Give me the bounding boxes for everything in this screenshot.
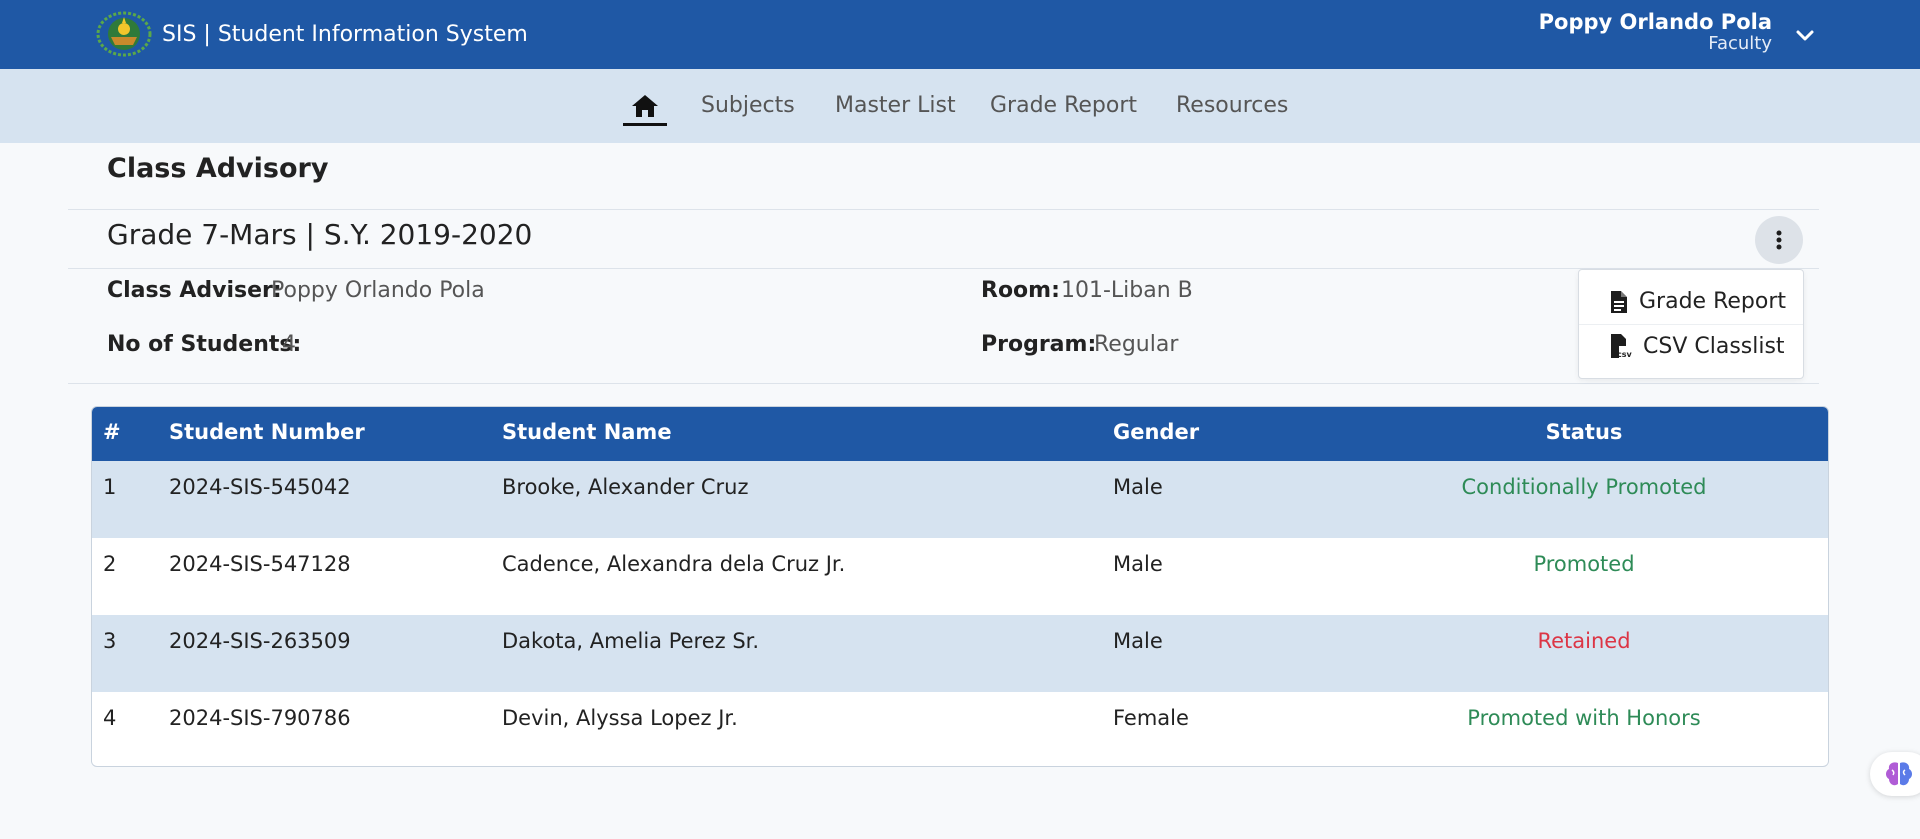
user-name: Poppy Orlando Pola bbox=[1538, 10, 1772, 34]
class-title: Grade 7-Mars | S.Y. 2019-2020 bbox=[107, 218, 533, 251]
assistant-button[interactable] bbox=[1870, 752, 1920, 796]
cell-student-name: Brooke, Alexander Cruz bbox=[502, 475, 749, 499]
row-options-button[interactable] bbox=[1825, 635, 1828, 665]
table-row: 3 2024-SIS-263509 Dakota, Amelia Perez S… bbox=[92, 615, 1828, 692]
cell-gender: Male bbox=[1113, 552, 1163, 576]
menu-item-label: CSV Classlist bbox=[1643, 333, 1785, 359]
row-options-button[interactable] bbox=[1825, 558, 1828, 588]
cell-number: 4 bbox=[103, 706, 117, 730]
cell-status: Retained bbox=[1537, 629, 1631, 653]
chevron-down-icon[interactable] bbox=[1794, 24, 1816, 46]
cell-number: 1 bbox=[103, 475, 117, 499]
cell-number: 3 bbox=[103, 629, 117, 653]
cell-gender: Male bbox=[1113, 475, 1163, 499]
adviser-value: Poppy Orlando Pola bbox=[271, 278, 485, 303]
divider bbox=[68, 383, 1819, 384]
nav-item-grade-report[interactable]: Grade Report bbox=[990, 93, 1137, 118]
room-value: 101-Liban B bbox=[1061, 278, 1193, 303]
brand[interactable]: SIS | Student Information System bbox=[96, 11, 528, 57]
students-count-value: 4 bbox=[282, 332, 296, 357]
cell-status: Promoted bbox=[1533, 552, 1635, 576]
table-row: 2 2024-SIS-547128 Cadence, Alexandra del… bbox=[92, 538, 1828, 615]
table-row: 4 2024-SIS-790786 Devin, Alyssa Lopez Jr… bbox=[92, 692, 1828, 766]
table-row: 1 2024-SIS-545042 Brooke, Alexander Cruz… bbox=[92, 461, 1828, 538]
program-value: Regular bbox=[1094, 332, 1179, 357]
cell-student-name: Dakota, Amelia Perez Sr. bbox=[502, 629, 760, 653]
students-count-label: No of Students: bbox=[107, 332, 302, 357]
menu-item-csv-classlist[interactable]: csv CSV Classlist bbox=[1609, 333, 1785, 359]
class-options-menu: Grade Report csv CSV Classlist bbox=[1578, 269, 1804, 379]
nav-home[interactable] bbox=[623, 93, 667, 126]
school-seal-logo bbox=[96, 11, 152, 57]
column-header-status[interactable]: Status bbox=[1414, 420, 1754, 444]
cell-student-number: 2024-SIS-547128 bbox=[169, 552, 351, 576]
file-csv-icon: csv bbox=[1611, 334, 1633, 359]
home-icon bbox=[632, 95, 658, 117]
column-header-number[interactable]: # bbox=[103, 420, 121, 444]
students-table: # Student Number Student Name Gender Sta… bbox=[91, 406, 1829, 767]
table-header: # Student Number Student Name Gender Sta… bbox=[92, 407, 1828, 461]
nav-item-resources[interactable]: Resources bbox=[1176, 93, 1288, 118]
cell-gender: Male bbox=[1113, 629, 1163, 653]
cell-student-number: 2024-SIS-263509 bbox=[169, 629, 351, 653]
column-header-gender[interactable]: Gender bbox=[1113, 420, 1199, 444]
class-options-button[interactable] bbox=[1755, 216, 1803, 264]
user-menu[interactable]: Poppy Orlando Pola Faculty bbox=[1539, 10, 1772, 54]
divider bbox=[68, 209, 1819, 210]
cell-student-name: Devin, Alyssa Lopez Jr. bbox=[502, 706, 738, 730]
cell-gender: Female bbox=[1113, 706, 1189, 730]
cell-student-number: 2024-SIS-790786 bbox=[169, 706, 351, 730]
file-text-icon bbox=[1611, 290, 1627, 313]
row-options-button[interactable] bbox=[1825, 482, 1828, 512]
column-header-student-name[interactable]: Student Name bbox=[502, 420, 672, 444]
cell-student-number: 2024-SIS-545042 bbox=[169, 475, 351, 499]
kebab-icon bbox=[1776, 229, 1782, 252]
adviser-label: Class Adviser: bbox=[107, 278, 282, 303]
menu-item-label: Grade Report bbox=[1639, 289, 1786, 314]
row-options-button[interactable] bbox=[1825, 712, 1828, 742]
nav-item-subjects[interactable]: Subjects bbox=[701, 93, 795, 118]
column-header-student-number[interactable]: Student Number bbox=[169, 420, 365, 444]
program-label: Program: bbox=[981, 332, 1097, 357]
room-label: Room: bbox=[981, 278, 1060, 303]
page-title: Class Advisory bbox=[107, 153, 329, 184]
cell-status: Promoted with Honors bbox=[1467, 706, 1701, 730]
brain-icon bbox=[1886, 762, 1912, 786]
cell-number: 2 bbox=[103, 552, 117, 576]
cell-status: Conditionally Promoted bbox=[1461, 475, 1707, 499]
menu-item-grade-report[interactable]: Grade Report bbox=[1609, 289, 1786, 314]
divider bbox=[68, 268, 1819, 269]
main-nav: Subjects Master List Grade Report Resour… bbox=[0, 69, 1920, 143]
user-role: Faculty bbox=[1708, 33, 1772, 54]
divider bbox=[1579, 324, 1803, 325]
svg-text:csv: csv bbox=[1617, 350, 1633, 359]
top-bar: SIS | Student Information System Poppy O… bbox=[0, 0, 1920, 69]
nav-item-master-list[interactable]: Master List bbox=[835, 93, 956, 118]
app-title: SIS | Student Information System bbox=[162, 21, 528, 47]
cell-student-name: Cadence, Alexandra dela Cruz Jr. bbox=[502, 552, 846, 576]
